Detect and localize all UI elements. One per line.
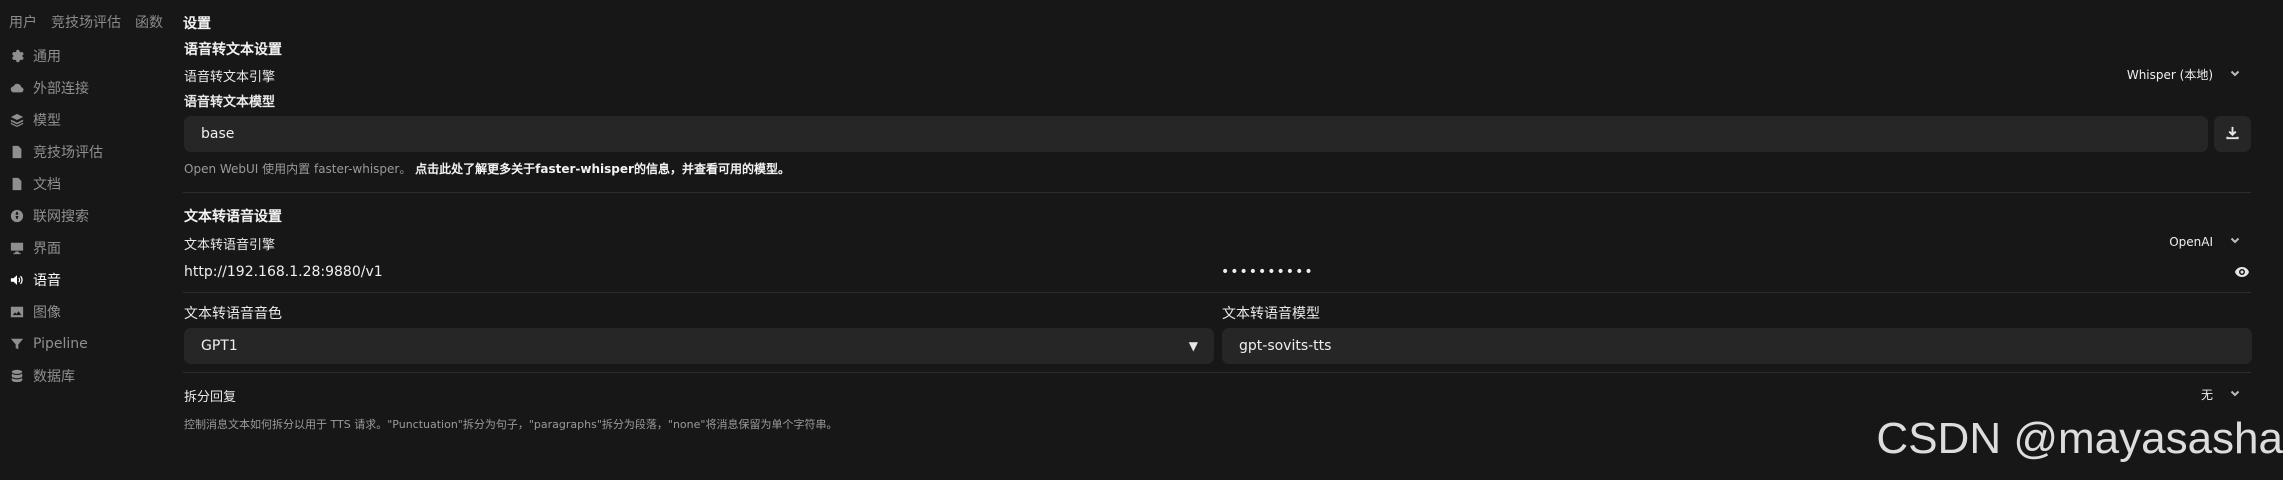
- sidebar-item-interface[interactable]: 界面: [10, 232, 170, 264]
- sidebar-item-label: 数据库: [33, 369, 75, 385]
- sidebar-item-documents[interactable]: 文档: [10, 168, 170, 200]
- document-icon: [10, 145, 24, 159]
- section-divider: [183, 192, 2251, 193]
- split-response-hint: 控制消息文本如何拆分以用于 TTS 请求。"Punctuation"拆分为句子，…: [184, 418, 838, 431]
- sidebar-item-label: 图像: [33, 305, 61, 321]
- sidebar-item-database[interactable]: 数据库: [10, 360, 170, 392]
- chevron-down-icon: [2229, 67, 2241, 82]
- tts-engine-select[interactable]: OpenAI: [2169, 234, 2241, 249]
- split-divider: [183, 372, 2251, 373]
- tab-functions[interactable]: 函数: [135, 12, 163, 32]
- show-key-eye-icon[interactable]: [2234, 264, 2250, 284]
- sidebar-item-label: 通用: [33, 49, 61, 65]
- stt-model-value: base: [201, 126, 235, 142]
- split-response-label: 拆分回复: [184, 390, 237, 405]
- caret-down-icon: ▼: [1188, 339, 1198, 353]
- stt-engine-value: Whisper (本地): [2126, 68, 2213, 82]
- sidebar-item-label: 外部连接: [33, 81, 89, 97]
- tts-model-value: gpt-sovits-tts: [1239, 338, 1332, 354]
- page-title: 设置: [183, 16, 211, 32]
- tts-voice-select[interactable]: GPT1 ▼: [184, 328, 1214, 364]
- watermark-text: CSDN @mayasasha: [1876, 414, 2283, 463]
- monitor-icon: [10, 241, 24, 255]
- tts-divider: [183, 292, 2251, 293]
- stt-engine-label: 语音转文本引擎: [184, 70, 276, 85]
- stack-icon: [10, 113, 24, 127]
- sidebar-item-arena[interactable]: 竞技场评估: [10, 136, 170, 168]
- tts-model-input[interactable]: gpt-sovits-tts: [1222, 328, 2252, 364]
- download-icon: [2225, 125, 2240, 144]
- sidebar-item-models[interactable]: 模型: [10, 104, 170, 136]
- sidebar-item-label: 模型: [33, 113, 61, 129]
- tab-users[interactable]: 用户: [9, 12, 37, 32]
- chevron-down-icon: [2229, 387, 2241, 402]
- tts-section-title: 文本转语音设置: [184, 209, 282, 225]
- chevron-down-icon: [2229, 234, 2241, 249]
- stt-hint-text: Open WebUI 使用内置 faster-whisper。: [184, 162, 412, 176]
- download-model-button[interactable]: [2214, 116, 2251, 152]
- tts-engine-label: 文本转语音引擎: [184, 238, 276, 253]
- tts-voice-label: 文本转语音音色: [184, 306, 282, 322]
- sidebar-item-label: 竞技场评估: [33, 145, 103, 161]
- top-nav: 用户 竞技场评估 函数: [9, 12, 163, 32]
- cloud-icon: [10, 81, 24, 95]
- stt-section-title: 语音转文本设置: [184, 42, 282, 58]
- sidebar-item-label: Pipeline: [33, 336, 88, 352]
- sidebar-item-label: 语音: [33, 273, 61, 289]
- tts-model-label: 文本转语音模型: [1222, 306, 1320, 322]
- sidebar-item-general[interactable]: 通用: [10, 40, 170, 72]
- split-response-select[interactable]: 无: [2201, 386, 2241, 403]
- audio-settings-panel: 设置 语音转文本设置 语音转文本引擎 Whisper (本地) 语音转文本模型 …: [183, 0, 2252, 480]
- tab-arena[interactable]: 竞技场评估: [51, 12, 121, 32]
- sidebar-item-label: 界面: [33, 241, 61, 257]
- stt-model-hint: Open WebUI 使用内置 faster-whisper。 点击此处了解更多…: [184, 160, 790, 177]
- settings-sidebar: 通用 外部连接 模型 竞技场评估 文档 联网搜索 界面 语音 图像 Pipeli…: [10, 40, 170, 392]
- sidebar-item-connections[interactable]: 外部连接: [10, 72, 170, 104]
- sidebar-item-audio[interactable]: 语音: [10, 264, 170, 296]
- globe-icon: [10, 209, 24, 223]
- sidebar-item-web-search[interactable]: 联网搜索: [10, 200, 170, 232]
- sidebar-item-images[interactable]: 图像: [10, 296, 170, 328]
- faster-whisper-link[interactable]: 点击此处了解更多关于faster-whisper的信息，并查看可用的模型。: [415, 162, 790, 176]
- document-icon: [10, 177, 24, 191]
- tts-api-url-input[interactable]: http://192.168.1.28:9880/v1: [184, 264, 383, 280]
- stt-model-label: 语音转文本模型: [184, 95, 276, 110]
- tts-engine-value: OpenAI: [2169, 234, 2213, 249]
- gear-icon: [10, 49, 24, 63]
- database-icon: [10, 369, 24, 383]
- sidebar-item-pipeline[interactable]: Pipeline: [10, 328, 170, 360]
- funnel-icon: [10, 337, 24, 351]
- sidebar-item-label: 文档: [33, 177, 61, 193]
- speaker-icon: [10, 273, 24, 287]
- sidebar-item-label: 联网搜索: [33, 209, 89, 225]
- image-icon: [10, 305, 24, 319]
- tts-api-key-input[interactable]: ••••••••••: [1221, 264, 1314, 280]
- stt-engine-select[interactable]: Whisper (本地): [2127, 66, 2241, 83]
- tts-voice-value: GPT1: [201, 338, 238, 354]
- stt-model-input[interactable]: base: [184, 116, 2208, 152]
- split-response-value: 无: [2200, 388, 2213, 402]
